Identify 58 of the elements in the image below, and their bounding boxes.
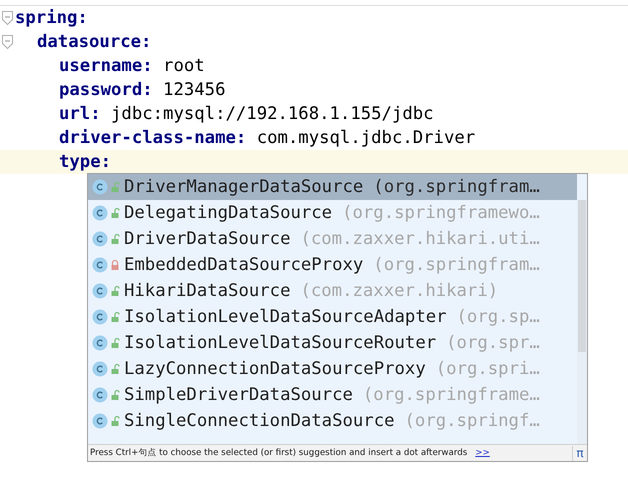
package-name: (com.zaxxer.hikari)	[300, 281, 498, 301]
suggestion-item[interactable]: SingleConnectionDataSource (org.springf…	[88, 408, 577, 434]
package-name: (org.spr…	[446, 333, 540, 353]
package-name: (org.spri…	[436, 359, 540, 379]
class-icon	[92, 231, 108, 247]
class-icon	[92, 361, 108, 377]
yaml-key: username:	[59, 56, 153, 76]
yaml-key: type:	[59, 152, 112, 172]
package-name: (org.springframe…	[362, 385, 540, 405]
suggestion-item[interactable]: EmbeddedDataSourceProxy (org.springfram…	[88, 252, 577, 278]
fold-icon[interactable]	[2, 35, 13, 49]
class-name: HikariDataSource	[124, 281, 290, 301]
class-icon	[92, 283, 108, 299]
yaml-value: com.mysql.jdbc.Driver	[256, 128, 476, 148]
class-icon	[92, 309, 108, 325]
class-name: SingleConnectionDataSource	[124, 411, 395, 431]
yaml-key: spring:	[15, 8, 88, 28]
class-icon	[92, 205, 108, 221]
yaml-key: url:	[59, 104, 101, 124]
hint-text: Press Ctrl+句点 to choose the selected (or first) suggestion and insert a dot afterwards	[90, 447, 468, 459]
suggestion-item[interactable]: LazyConnectionDataSourceProxy (org.spri…	[88, 356, 577, 382]
suggestion-item[interactable]: IsolationLevelDataSourceAdapter (org.sp…	[88, 304, 577, 330]
yaml-value: jdbc:mysql://192.168.1.155/jdbc	[111, 104, 434, 124]
class-icon	[92, 335, 108, 351]
suggestion-item[interactable]: HikariDataSource (com.zaxxer.hikari)	[88, 278, 577, 304]
package-name: (org.springf…	[404, 411, 540, 431]
class-name: IsolationLevelDataSourceRouter	[124, 333, 436, 353]
yaml-value: 123456	[163, 80, 226, 100]
fold-icon[interactable]	[2, 11, 13, 25]
class-name: LazyConnectionDataSourceProxy	[124, 359, 426, 379]
class-icon	[92, 387, 108, 403]
class-name: EmbeddedDataSourceProxy	[124, 255, 364, 275]
more-link[interactable]: >>	[475, 448, 490, 458]
suggestion-item[interactable]: DelegatingDataSource (org.springframewo…	[88, 200, 577, 226]
class-name: SimpleDriverDataSource	[124, 385, 353, 405]
suggestion-item[interactable]: DriverManagerDataSource (org.springfram…	[88, 174, 577, 200]
class-name: DriverDataSource	[124, 229, 290, 249]
scrollbar-thumb[interactable]	[578, 200, 586, 352]
suggestion-item[interactable]: IsolationLevelDataSourceRouter (org.spr…	[88, 330, 577, 356]
pi-button[interactable]: π	[572, 446, 587, 460]
class-name: IsolationLevelDataSourceAdapter	[124, 307, 447, 327]
package-name: (org.springfram…	[373, 255, 540, 275]
class-icon	[92, 179, 108, 195]
yaml-key: driver-class-name:	[59, 128, 246, 148]
class-icon	[92, 413, 108, 429]
scrollbar[interactable]	[577, 200, 587, 444]
yaml-value: root	[163, 56, 205, 76]
package-name: (org.springfram…	[373, 177, 540, 197]
class-icon	[92, 257, 108, 273]
yaml-key: password:	[59, 80, 153, 100]
suggestion-item[interactable]: SimpleDriverDataSource (org.springframe…	[88, 382, 577, 408]
class-name: DriverManagerDataSource	[124, 177, 364, 197]
package-name: (org.springframewo…	[342, 203, 540, 223]
suggestion-item[interactable]: DriverDataSource (com.zaxxer.hikari.uti…	[88, 226, 577, 252]
package-name: (org.sp…	[456, 307, 540, 327]
class-name: DelegatingDataSource	[124, 203, 332, 223]
yaml-key: datasource:	[37, 32, 152, 52]
package-name: (com.zaxxer.hikari.uti…	[300, 229, 540, 249]
